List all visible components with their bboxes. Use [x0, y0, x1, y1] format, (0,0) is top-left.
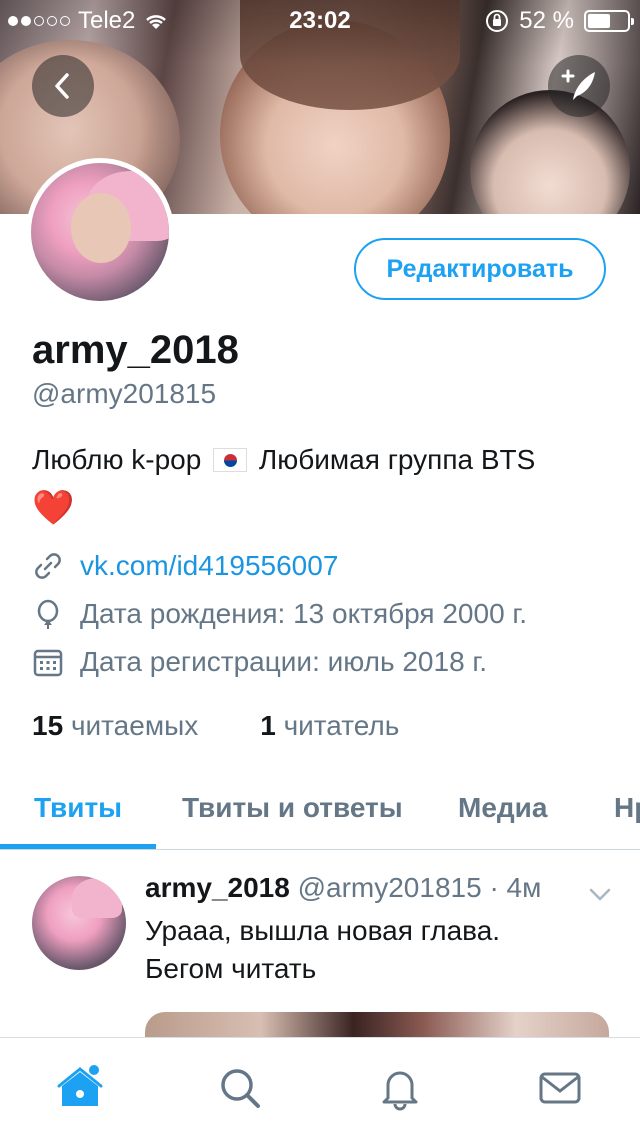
- balloon-icon: [32, 598, 64, 630]
- kr-flag-icon: [213, 448, 248, 472]
- battery-percent: 52 %: [519, 7, 574, 34]
- link-icon: [32, 550, 64, 582]
- birthday-text: Дата рождения: 13 октября 2000 г.: [80, 598, 528, 629]
- calendar-icon: [32, 646, 64, 678]
- battery-icon: [584, 10, 634, 32]
- bio-text-part2: Любимая группа BTS: [258, 444, 536, 475]
- back-chevron-icon: [55, 73, 69, 99]
- profile-bio: Люблю k-pop Любимая группа BTS ❤️: [32, 436, 622, 534]
- follow-counts: 15 читаемых 1 читатель: [32, 710, 399, 742]
- back-button[interactable]: [32, 55, 94, 117]
- joined-row: Дата регистрации: июль 2018 г.: [32, 646, 487, 678]
- bio-text-part1: Люблю k-pop: [32, 444, 202, 475]
- profile-handle: @army201815: [32, 378, 217, 409]
- status-bar: Tele2 23:02 52 %: [0, 0, 640, 40]
- following-count[interactable]: 15 читаемых: [32, 710, 198, 742]
- profile-link-row[interactable]: vk.com/id419556007: [32, 550, 338, 582]
- heart-emoji: ❤️: [32, 489, 75, 527]
- chevron-down-icon[interactable]: [586, 880, 614, 908]
- search-icon[interactable]: [216, 1064, 264, 1112]
- tab-media[interactable]: Медиа: [458, 792, 547, 824]
- bottom-tab-bar: [0, 1037, 640, 1136]
- tweet-author-name[interactable]: army_2018: [145, 872, 290, 903]
- tweet-text: Урааа, вышла новая глава. Бегом читать: [145, 912, 605, 988]
- profile-avatar[interactable]: [26, 158, 174, 306]
- tab-tweets-and-replies[interactable]: Твиты и ответы: [182, 792, 403, 824]
- followers-count[interactable]: 1 читатель: [260, 710, 399, 742]
- profile-link[interactable]: vk.com/id419556007: [80, 550, 338, 582]
- tweet-avatar[interactable]: [32, 876, 126, 970]
- edit-profile-button[interactable]: Редактировать: [354, 238, 606, 300]
- active-tab-indicator: [0, 844, 156, 849]
- compose-button[interactable]: [548, 55, 610, 117]
- home-icon[interactable]: [56, 1064, 104, 1112]
- tweet-text-line1: Урааа, вышла новая глава.: [145, 915, 501, 946]
- tab-likes[interactable]: Нр: [614, 792, 640, 824]
- birthday-row: Дата рождения: 13 октября 2000 г.: [32, 598, 527, 630]
- orientation-lock-icon: [486, 10, 509, 32]
- tweet-time: · 4м: [489, 872, 542, 903]
- tweet-header: army_2018 @army201815 · 4м: [145, 872, 541, 904]
- profile-tabs: Твиты Твиты и ответы Медиа Нр: [0, 772, 640, 850]
- compose-tweet-icon: [561, 69, 595, 100]
- tweet-author-handle: @army201815: [297, 872, 482, 903]
- joined-text: Дата регистрации: июль 2018 г.: [80, 646, 487, 677]
- profile-display-name: army_2018: [32, 328, 239, 372]
- tab-tweets[interactable]: Твиты: [34, 792, 122, 824]
- bell-icon[interactable]: [376, 1064, 424, 1112]
- tweet-text-line2: Бегом читать: [145, 953, 317, 984]
- envelope-icon[interactable]: [536, 1064, 584, 1112]
